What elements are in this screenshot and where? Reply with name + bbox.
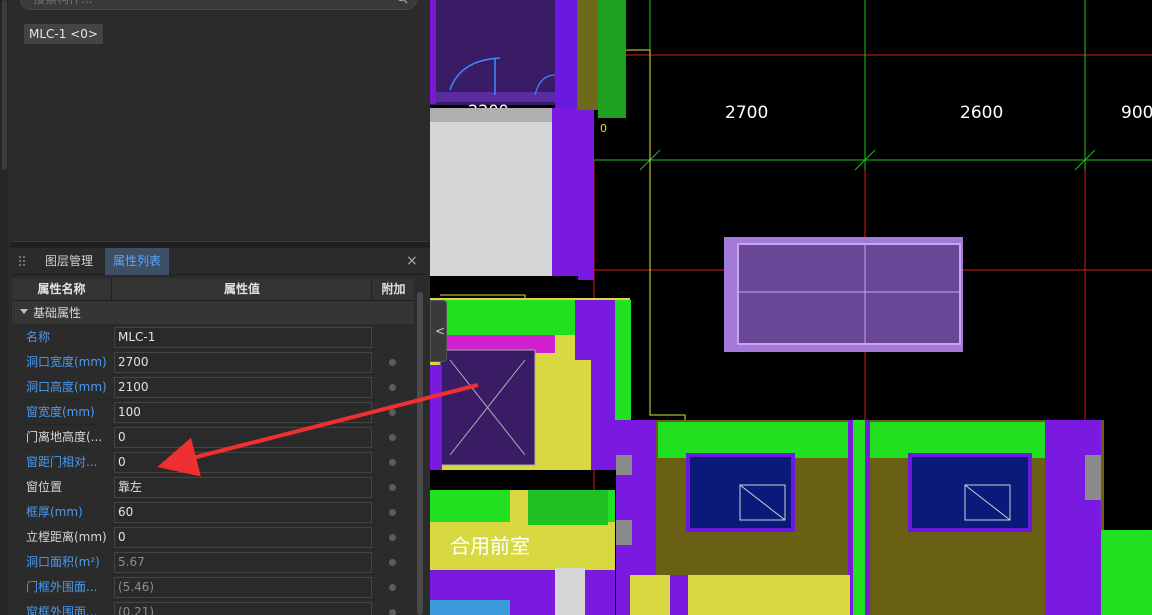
prop-name: 名称 — [26, 330, 51, 344]
prop-value[interactable]: 100 — [114, 402, 372, 423]
dimension-2600: 2600 — [960, 103, 1003, 123]
table-row[interactable]: 门离地高度(... 0 — [12, 425, 414, 450]
left-scrollbar-thumb[interactable] — [2, 0, 7, 170]
close-icon[interactable]: × — [406, 254, 418, 268]
prop-name: 窗宽度(mm) — [26, 405, 95, 419]
prop-name: 窗位置 — [26, 480, 63, 494]
table-row[interactable]: 名称 MLC-1 — [12, 325, 414, 350]
collapse-arrow-icon[interactable] — [20, 309, 28, 314]
search-input[interactable] — [33, 0, 383, 7]
prop-value: 5.67 — [114, 552, 372, 573]
dimension-900: 900 — [1121, 103, 1152, 123]
prop-name: 洞口宽度(mm) — [26, 355, 107, 369]
dimension-2700: 2700 — [725, 103, 768, 123]
prop-value[interactable]: 2100 — [114, 377, 372, 398]
table-row[interactable]: 洞口高度(mm) 2100 — [12, 375, 414, 400]
attach-dot-icon[interactable] — [389, 409, 396, 416]
table-row[interactable]: 洞口面积(m²) 5.67 — [12, 550, 414, 575]
search-icon[interactable] — [396, 0, 408, 4]
collapse-panel-button[interactable]: < — [430, 300, 447, 362]
cad-drawing[interactable]: 2200 0 合用前室 — [430, 0, 1152, 615]
header-property-name[interactable]: 属性名称 — [12, 278, 112, 301]
table-header: 属性名称 属性值 附加 — [12, 278, 414, 301]
prop-name: 门框外围面... — [26, 580, 98, 594]
tab-property-list[interactable]: 属性列表 — [105, 248, 170, 275]
prop-value[interactable]: 靠左 — [114, 477, 372, 498]
table-row[interactable]: 窗位置 靠左 — [12, 475, 414, 500]
prop-name: 窗框外围面... — [26, 605, 98, 615]
cad-small-label: 0 — [600, 122, 607, 135]
prop-name: 立樘距离(mm) — [26, 530, 107, 544]
prop-value[interactable]: 2700 — [114, 352, 372, 373]
prop-name: 框厚(mm) — [26, 505, 83, 519]
table-scrollbar-thumb[interactable] — [417, 292, 423, 615]
property-table: 属性名称 属性值 附加 基础属性 名称 MLC-1 洞口宽度(mm) 2700 … — [12, 278, 414, 615]
attach-dot-icon[interactable] — [389, 484, 396, 491]
group-row-basic[interactable]: 基础属性 — [12, 301, 414, 325]
drag-handle-icon[interactable] — [18, 255, 26, 269]
table-row[interactable]: 框厚(mm) 60 — [12, 500, 414, 525]
table-row[interactable]: 窗框外围面... (0.21) — [12, 600, 414, 615]
table-row[interactable]: 窗距门相对... 0 — [12, 450, 414, 475]
prop-value[interactable]: 0 — [114, 452, 372, 473]
table-row[interactable]: 窗宽度(mm) 100 — [12, 400, 414, 425]
cad-drawing-canvas[interactable]: 2200 0 合用前室 — [430, 0, 1152, 615]
tab-layer-management[interactable]: 图层管理 — [37, 248, 101, 275]
attach-dot-icon[interactable] — [389, 509, 396, 516]
attach-dot-icon[interactable] — [389, 609, 396, 615]
attach-dot-icon[interactable] — [389, 384, 396, 391]
table-row[interactable]: 门框外围面... (5.46) — [12, 575, 414, 600]
prop-value[interactable]: 0 — [114, 427, 372, 448]
header-extra[interactable]: 附加 — [373, 278, 414, 301]
attach-dot-icon[interactable] — [389, 559, 396, 566]
header-property-value[interactable]: 属性值 — [113, 278, 372, 301]
attach-dot-icon[interactable] — [389, 359, 396, 366]
attach-dot-icon[interactable] — [389, 434, 396, 441]
attach-dot-icon[interactable] — [389, 459, 396, 466]
attach-dot-icon[interactable] — [389, 584, 396, 591]
prop-value: (5.46) — [114, 577, 372, 598]
prop-name: 洞口高度(mm) — [26, 380, 107, 394]
left-panel: MLC-1 <0> 图层管理 属性列表 × 属性名称 属性值 附加 基础属性 名… — [0, 0, 430, 615]
prop-value[interactable]: 0 — [114, 527, 372, 548]
group-label: 基础属性 — [33, 306, 82, 320]
prop-value[interactable]: MLC-1 — [114, 327, 372, 348]
tab-bar: 图层管理 属性列表 × — [12, 248, 428, 275]
prop-value[interactable]: 60 — [114, 502, 372, 523]
chevron-left-icon: < — [435, 324, 446, 338]
search-box[interactable] — [20, 0, 417, 10]
attach-dot-icon[interactable] — [389, 534, 396, 541]
prop-value: (0.21) — [114, 602, 372, 615]
room-label: 合用前室 — [450, 534, 530, 558]
table-row[interactable]: 洞口宽度(mm) 2700 — [12, 350, 414, 375]
left-scrollbar[interactable] — [0, 0, 10, 615]
prop-name: 门离地高度(... — [26, 430, 103, 444]
table-row[interactable]: 立樘距离(mm) 0 — [12, 525, 414, 550]
prop-name: 洞口面积(m²) — [26, 555, 100, 569]
component-tag[interactable]: MLC-1 <0> — [24, 24, 103, 44]
prop-name: 窗距门相对... — [26, 455, 98, 469]
